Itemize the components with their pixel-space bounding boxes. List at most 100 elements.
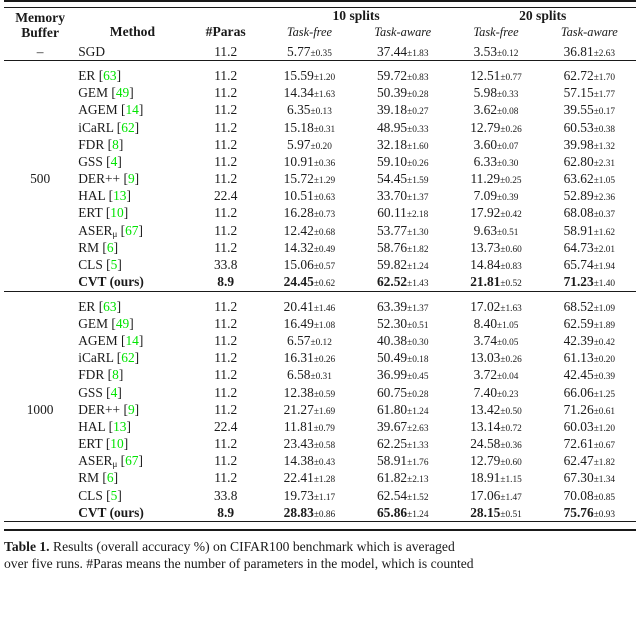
- value-stddev: ±0.37: [593, 210, 616, 221]
- value-stddev: ±0.62: [313, 279, 336, 290]
- citation-link[interactable]: 62: [121, 350, 134, 365]
- cell-taskaware-10: 58.76±1.82: [356, 239, 449, 256]
- cell-taskfree-20: 12.51±0.77: [449, 67, 542, 84]
- value-mean: 60.75: [376, 384, 408, 400]
- citation-link[interactable]: 6: [107, 240, 114, 255]
- value-mean: 11.81: [283, 418, 314, 434]
- value-stddev: ±1.05: [497, 320, 519, 331]
- citation-link[interactable]: 6: [107, 470, 114, 485]
- citation-link[interactable]: 67: [125, 223, 138, 238]
- value-stddev: ±1.20: [593, 423, 616, 434]
- value-stddev: ±0.43: [313, 458, 336, 469]
- value-stddev: ±1.60: [407, 141, 429, 152]
- paras-cell: 11.2: [214, 239, 238, 255]
- cell-taskaware-10: 33.70±1.37: [356, 188, 449, 205]
- value-stddev: ±0.28: [407, 389, 429, 400]
- citation-link[interactable]: 9: [128, 402, 135, 417]
- paras-cell: 11.2: [214, 67, 238, 83]
- paras-cell: 11.2: [214, 298, 238, 314]
- method-name: AGEM: [78, 332, 118, 348]
- cell-taskaware-20: 62.59±1.89: [543, 315, 636, 332]
- value-stddev: ±2.31: [593, 158, 616, 169]
- method-name: ERT: [78, 436, 103, 452]
- citation-link[interactable]: 10: [110, 205, 123, 220]
- value-mean: 33.70: [376, 188, 408, 204]
- value-stddev: ±0.51: [497, 227, 519, 238]
- citation-link[interactable]: 8: [112, 137, 119, 152]
- value-stddev: ±2.13: [407, 475, 429, 486]
- method-cell: FDR [8]: [76, 136, 188, 153]
- value-mean: 17.92: [470, 205, 501, 221]
- value-stddev: ±1.63: [500, 303, 522, 314]
- method-cell: FDR [8]: [76, 367, 188, 384]
- citation-link[interactable]: 10: [110, 436, 123, 451]
- paras-cell: 11.2: [214, 367, 238, 383]
- value-stddev: ±1.70: [593, 72, 616, 83]
- citation-link[interactable]: 49: [116, 85, 129, 100]
- citation-link[interactable]: 62: [121, 120, 134, 135]
- value-mean: 21.81: [470, 274, 501, 290]
- cell-taskfree-20: 7.40±0.23: [449, 384, 542, 401]
- citation-link[interactable]: 63: [103, 68, 116, 83]
- citation-link[interactable]: 63: [103, 299, 116, 314]
- value-stddev: ±0.63: [313, 193, 336, 204]
- value-mean: 15.06: [283, 257, 314, 273]
- value-mean: 70.08: [563, 487, 594, 503]
- table-row: 1000 ER [63] 11.2 20.41±1.46 63.39±1.37 17.02…: [4, 298, 636, 417]
- method-cell: ERT [10]: [76, 436, 188, 453]
- cell-taskaware-10: 36.99±0.45: [356, 367, 449, 384]
- value-stddev: ±0.57: [313, 262, 336, 273]
- cell-taskfree-10: 19.73±1.17: [263, 487, 356, 504]
- value-mean: 36.99: [376, 367, 408, 383]
- citation-bracket-close: ]: [118, 136, 124, 152]
- citation-link[interactable]: 13: [113, 188, 126, 203]
- value-stddev: ±0.12: [310, 337, 332, 348]
- citation-bracket-close: ]: [126, 418, 131, 434]
- citation-link[interactable]: 13: [113, 419, 126, 434]
- table-row: GEM [49] 11.2 14.34±1.63 50.39±0.28 5.98±0.3…: [4, 85, 636, 102]
- cell-taskaware-20: 71.26±0.61: [543, 401, 636, 418]
- method-name: GSS: [78, 384, 103, 400]
- header-sub-taskaware-10: Task-aware: [374, 25, 432, 39]
- value-stddev: ±1.76: [407, 458, 429, 469]
- citation-link[interactable]: 9: [128, 171, 135, 186]
- value-stddev: ±0.27: [407, 107, 429, 118]
- paras-cell: 22.4: [213, 188, 238, 204]
- table-row: AGEM [14] 11.2 6.35±0.13 39.18±0.27 3.62±0.0…: [4, 102, 636, 119]
- value-mean: 37.44: [376, 43, 408, 59]
- paras-cell: 11.2: [214, 453, 238, 469]
- citation-link[interactable]: 14: [125, 102, 138, 117]
- value-mean: 8.40: [473, 315, 498, 331]
- value-mean: 42.39: [563, 332, 594, 348]
- value-stddev: ±2.18: [406, 210, 429, 221]
- method-cell: GEM [49]: [76, 315, 188, 332]
- cell-taskaware-20: 39.98±1.32: [543, 136, 636, 153]
- cell-taskaware-10: 60.75±0.28: [356, 384, 449, 401]
- value-mean: 54.45: [376, 171, 408, 187]
- method-cell: ERT [10]: [76, 205, 188, 222]
- value-mean: 52.89: [563, 188, 594, 204]
- method-cell: ER [63]: [76, 298, 188, 315]
- citation-bracket-close: ]: [116, 298, 122, 314]
- method-name: RM: [78, 239, 100, 255]
- citation-link[interactable]: 49: [116, 316, 129, 331]
- citation-bracket-close: ]: [129, 85, 134, 101]
- paras-cell: 11.2: [214, 222, 238, 238]
- method-name: AGEM: [78, 102, 118, 118]
- citation-link[interactable]: 14: [125, 333, 138, 348]
- value-stddev: ±1.24: [407, 406, 429, 417]
- cell-taskfree-10: 12.38±0.59: [263, 384, 356, 401]
- cell-taskaware-10: 59.82±1.24: [356, 256, 449, 273]
- paras-cell: 8.9: [217, 504, 235, 520]
- cell-taskfree-20: 14.84±0.83: [449, 256, 542, 273]
- value-stddev: ±0.59: [313, 389, 336, 400]
- value-stddev: ±1.17: [313, 492, 336, 503]
- citation-link[interactable]: 8: [112, 367, 119, 382]
- citation-link[interactable]: 67: [125, 453, 138, 468]
- citation-bracket-close: ]: [116, 67, 122, 83]
- cell-taskfree-10: 21.27±1.69: [263, 401, 356, 418]
- memory-buffer-cell: –: [4, 43, 76, 61]
- cell-taskaware-20: 42.39±0.42: [543, 332, 636, 349]
- value-stddev: ±0.20: [310, 141, 332, 152]
- cell-taskaware-20: 62.80±2.31: [543, 153, 636, 170]
